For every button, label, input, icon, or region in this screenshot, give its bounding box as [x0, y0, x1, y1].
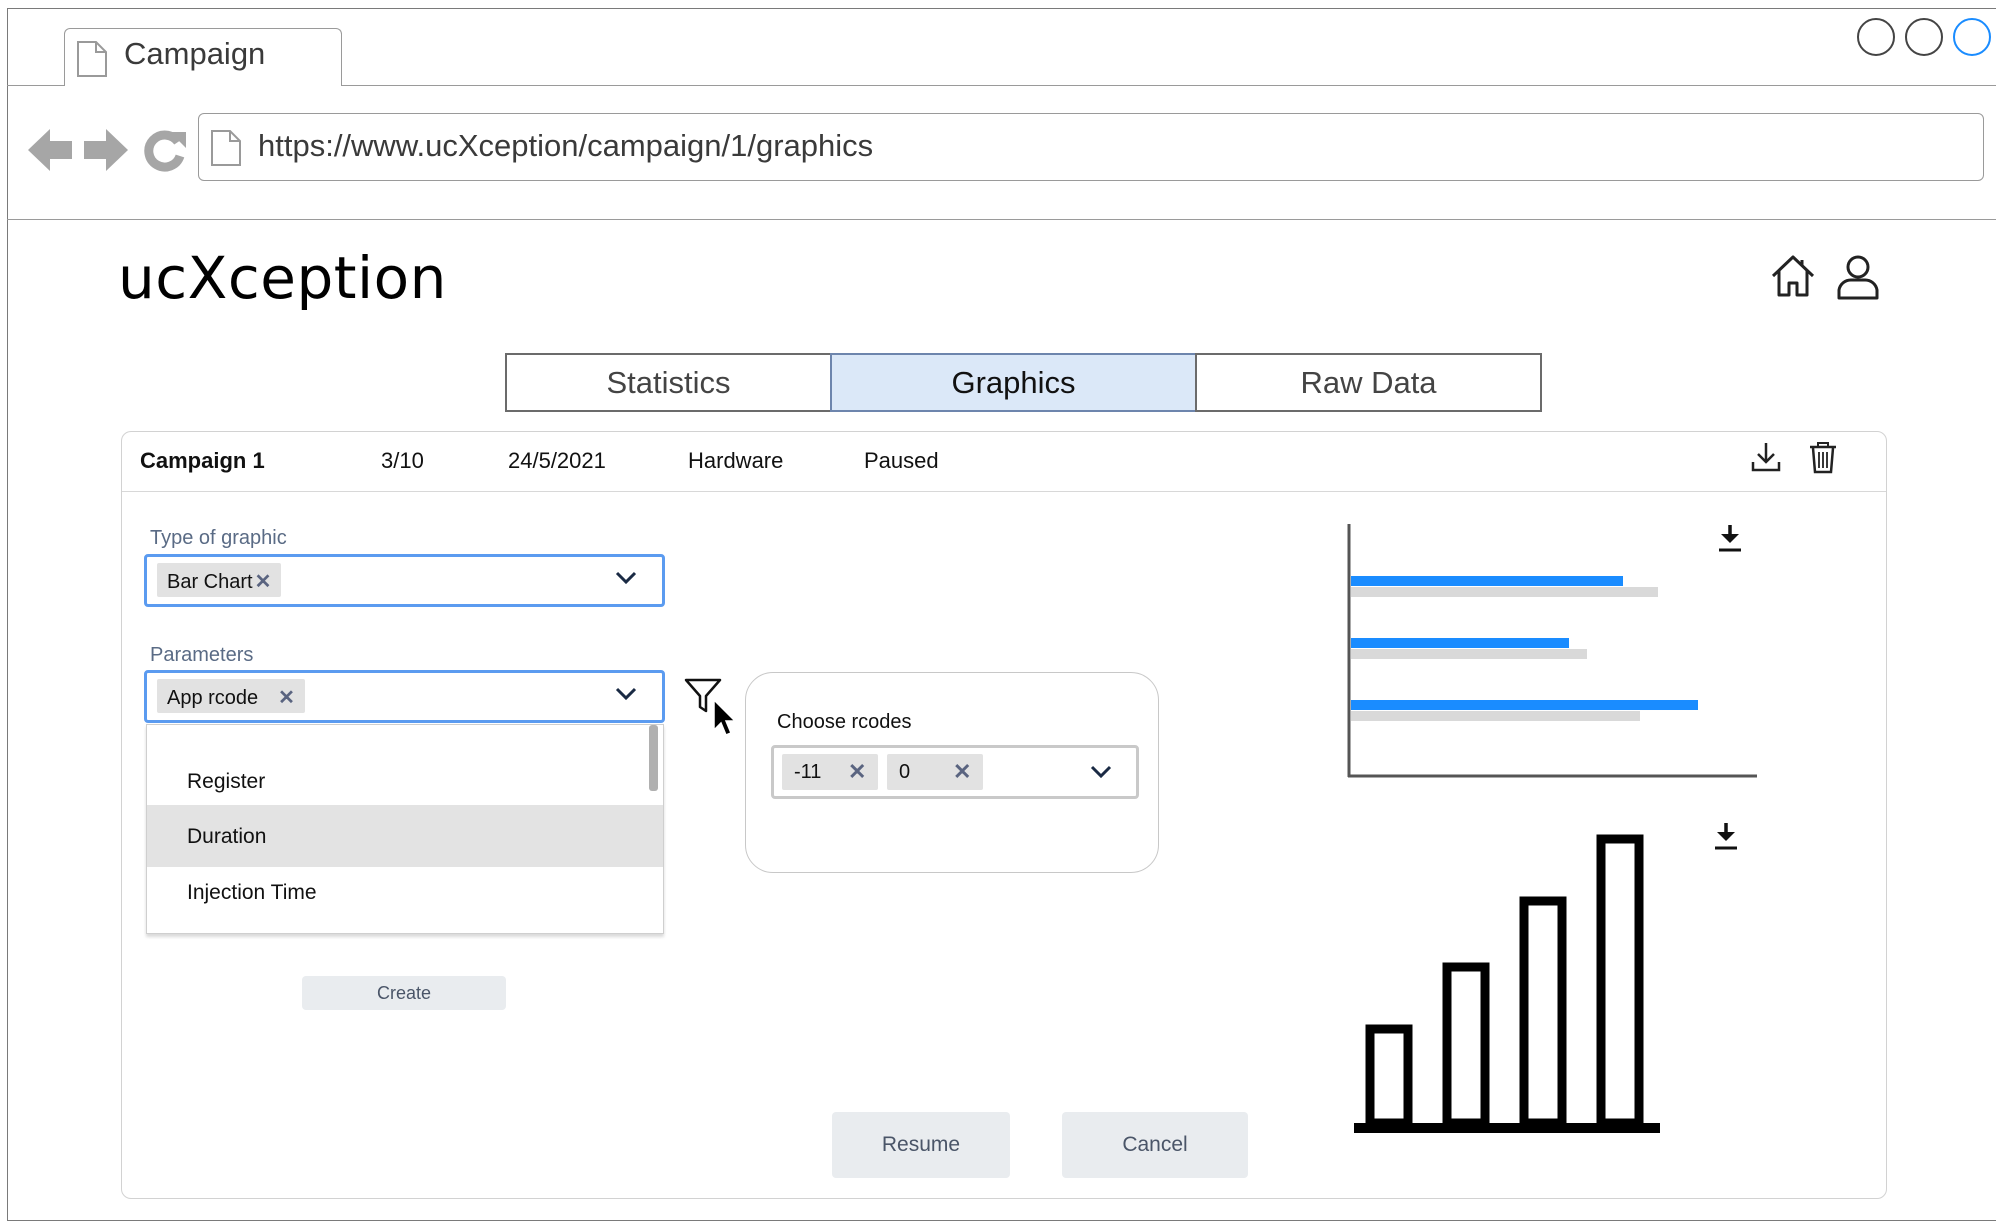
- campaign-progress: 3/10: [381, 448, 424, 473]
- graphic-type-label: Type of graphic: [150, 527, 287, 549]
- option-injection-time[interactable]: Injection Time: [147, 863, 663, 923]
- bar-series-1-item-2: [1351, 638, 1569, 648]
- scrollbar-thumb[interactable]: [649, 725, 658, 791]
- horizontal-bar-chart: [1347, 524, 1757, 778]
- trash-icon[interactable]: [1808, 440, 1838, 474]
- bar-4: [1596, 834, 1644, 1128]
- bar-series-1-item-3: [1351, 700, 1698, 710]
- resume-button[interactable]: Resume: [832, 1112, 1010, 1178]
- app-logo: ucXception: [118, 244, 447, 312]
- graphic-type-chip: Bar Chart ✕: [157, 563, 282, 597]
- minimize-button[interactable]: [1857, 18, 1895, 56]
- bar-series-2-item-2: [1351, 649, 1587, 659]
- campaign-type: Hardware: [688, 448, 784, 473]
- forward-arrow-icon[interactable]: [84, 127, 128, 173]
- bar-3: [1519, 896, 1567, 1128]
- reload-icon[interactable]: [142, 128, 186, 172]
- vertical-bar-chart: [1354, 834, 1660, 1133]
- parameters-chip: App rcode ✕: [157, 679, 305, 713]
- bar-2: [1442, 962, 1490, 1128]
- url-text[interactable]: https://www.ucXception/campaign/1/graphi…: [258, 128, 873, 164]
- parameters-dropdown: Register Duration Injection Time: [146, 724, 664, 934]
- chevron-down-icon[interactable]: [614, 686, 638, 702]
- cursor-icon: [712, 698, 738, 738]
- remove-icon[interactable]: ✕: [953, 759, 971, 785]
- campaign-status: Paused: [864, 448, 939, 473]
- user-icon[interactable]: [1836, 254, 1880, 300]
- page-icon: [210, 129, 242, 167]
- chip-label: Bar Chart: [167, 571, 253, 593]
- remove-icon[interactable]: ✕: [278, 687, 295, 709]
- parameters-label: Parameters: [150, 644, 254, 666]
- campaign-name: Campaign 1: [140, 448, 265, 473]
- cancel-button[interactable]: Cancel: [1062, 1112, 1248, 1178]
- option-duration[interactable]: Duration: [147, 805, 663, 867]
- rcodes-label: Choose rcodes: [777, 711, 912, 733]
- bar-series-2-item-1: [1351, 587, 1658, 597]
- browser-tab-title: Campaign: [124, 36, 266, 71]
- bar-series-2-item-3: [1351, 711, 1640, 721]
- chevron-down-icon[interactable]: [1089, 764, 1113, 780]
- page-icon: [76, 40, 108, 78]
- panel-header-divider: [122, 491, 1886, 492]
- chip-label: 0: [899, 761, 911, 783]
- download-icon[interactable]: [1717, 523, 1743, 553]
- download-icon[interactable]: [1750, 441, 1782, 473]
- remove-icon[interactable]: ✕: [255, 571, 272, 593]
- close-button[interactable]: [1953, 18, 1991, 56]
- bar-1: [1365, 1024, 1413, 1128]
- tab-raw-data[interactable]: Raw Data: [1195, 353, 1542, 412]
- campaign-date: 24/5/2021: [508, 448, 606, 473]
- chevron-down-icon[interactable]: [614, 570, 638, 586]
- back-arrow-icon[interactable]: [28, 127, 72, 173]
- create-button[interactable]: Create: [302, 976, 506, 1010]
- toolbar-divider: [7, 219, 1996, 220]
- chip-label: -11: [794, 761, 822, 783]
- bar-series-1-item-1: [1351, 576, 1623, 586]
- option-register[interactable]: Register: [147, 752, 663, 812]
- download-icon[interactable]: [1713, 821, 1739, 851]
- chip-label: App rcode: [167, 687, 259, 709]
- remove-icon[interactable]: ✕: [848, 759, 866, 785]
- tab-graphics[interactable]: Graphics: [830, 353, 1197, 412]
- tab-statistics[interactable]: Statistics: [505, 353, 832, 412]
- home-icon[interactable]: [1770, 254, 1816, 298]
- maximize-button[interactable]: [1905, 18, 1943, 56]
